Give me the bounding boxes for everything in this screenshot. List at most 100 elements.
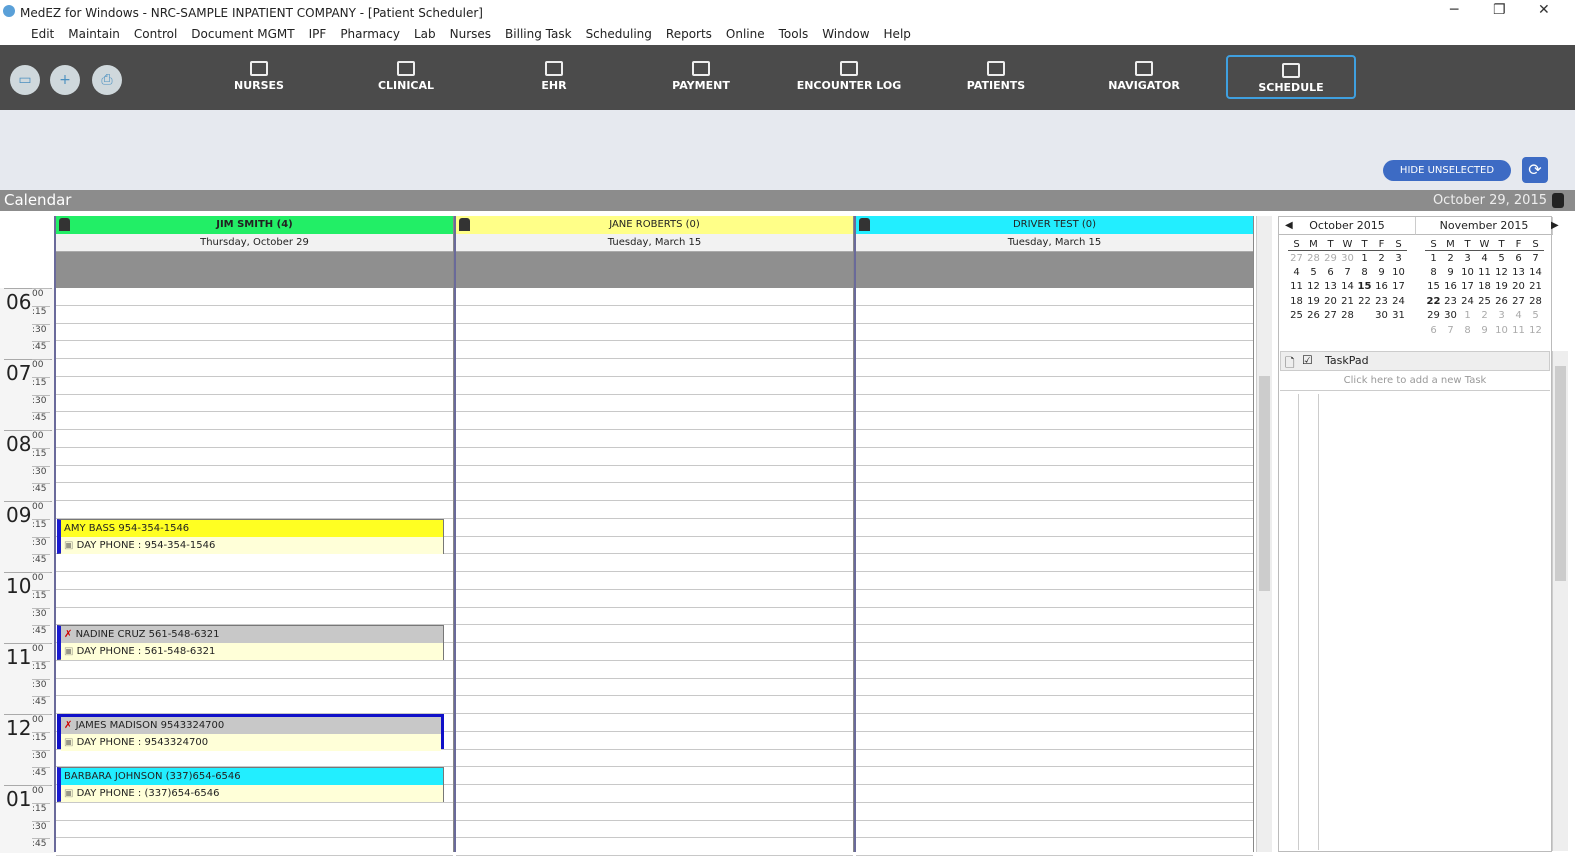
time-slot[interactable] — [56, 821, 453, 839]
menu-item[interactable]: Edit — [24, 24, 61, 45]
calendar-day[interactable]: 6 — [1425, 323, 1442, 338]
time-slot[interactable] — [856, 377, 1253, 395]
calendar-day[interactable]: 30 — [1339, 251, 1356, 266]
calendar-day[interactable]: 9 — [1476, 323, 1493, 338]
time-slot[interactable] — [456, 643, 853, 661]
calendar-day[interactable]: 7 — [1442, 323, 1459, 338]
time-slot[interactable] — [456, 714, 853, 732]
time-slot[interactable] — [56, 838, 453, 856]
time-slot[interactable] — [856, 785, 1253, 803]
time-slot[interactable] — [56, 341, 453, 359]
calendar-day[interactable]: 28 — [1305, 251, 1322, 266]
time-slot[interactable] — [856, 554, 1253, 572]
calendar-day[interactable]: 12 — [1305, 280, 1322, 295]
toolbar-navigator-button[interactable]: NAVIGATOR — [1079, 55, 1209, 92]
calendar-day[interactable]: 20 — [1510, 280, 1527, 295]
time-slot[interactable] — [456, 341, 853, 359]
calendar-day[interactable]: 17 — [1390, 280, 1407, 295]
time-slot[interactable] — [456, 679, 853, 697]
time-slot[interactable] — [56, 501, 453, 519]
time-slot[interactable] — [456, 821, 853, 839]
time-slot[interactable] — [56, 466, 453, 484]
calendar-day[interactable]: 28 — [1527, 294, 1544, 309]
calendar-day[interactable]: 19 — [1493, 280, 1510, 295]
menu-item[interactable]: Scheduling — [579, 24, 659, 45]
menu-item[interactable]: Pharmacy — [333, 24, 407, 45]
calendar-day[interactable]: 30 — [1442, 309, 1459, 324]
time-slot[interactable] — [856, 821, 1253, 839]
time-slot[interactable] — [56, 590, 453, 608]
calendar-day[interactable]: 6 — [1322, 265, 1339, 280]
time-slot[interactable] — [856, 838, 1253, 856]
calendar-day[interactable]: 24 — [1459, 294, 1476, 309]
toolbar-patients-button[interactable]: PATIENTS — [931, 55, 1061, 92]
time-slot[interactable] — [456, 466, 853, 484]
calendar-day[interactable]: 7 — [1339, 265, 1356, 280]
add-task-input[interactable]: Click here to add a new Task — [1280, 371, 1550, 391]
time-slot[interactable] — [456, 572, 853, 590]
toolbar-ehr-button[interactable]: EHR — [489, 55, 619, 92]
calendar-day[interactable]: 3 — [1459, 251, 1476, 266]
all-day-area[interactable] — [856, 252, 1253, 288]
calendar-day[interactable]: 30 — [1373, 309, 1390, 324]
calendar-day[interactable]: 27 — [1288, 251, 1305, 266]
calendar-day[interactable]: 9 — [1373, 265, 1390, 280]
calendar-day[interactable]: 5 — [1527, 309, 1544, 324]
print-icon[interactable]: ⎙ — [92, 65, 122, 95]
calendar-day[interactable]: 22 — [1356, 294, 1373, 309]
time-slot[interactable] — [456, 430, 853, 448]
calendar-day[interactable]: 10 — [1390, 265, 1407, 280]
resource-header[interactable]: JIM SMITH (4) — [56, 216, 453, 234]
menu-item[interactable]: Online — [719, 24, 772, 45]
time-slot[interactable] — [456, 519, 853, 537]
calendar-day[interactable]: 4 — [1288, 265, 1305, 280]
time-slot[interactable] — [56, 608, 453, 626]
new-document-icon[interactable]: + — [50, 65, 80, 95]
open-folder-icon[interactable]: ▭ — [10, 65, 40, 95]
menu-item[interactable]: Nurses — [443, 24, 498, 45]
calendar-day[interactable]: 17 — [1459, 280, 1476, 295]
time-slot[interactable] — [456, 608, 853, 626]
hide-unselected-button[interactable]: HIDE UNSELECTED — [1383, 160, 1511, 181]
calendar-day[interactable]: 1 — [1459, 309, 1476, 324]
all-day-area[interactable] — [56, 252, 453, 288]
time-slot[interactable] — [856, 537, 1253, 555]
time-slot[interactable] — [456, 625, 853, 643]
menu-item[interactable]: Window — [815, 24, 876, 45]
time-slot[interactable] — [456, 324, 853, 342]
time-slot[interactable] — [856, 661, 1253, 679]
time-slot[interactable] — [856, 483, 1253, 501]
time-slot[interactable] — [56, 395, 453, 413]
time-slot[interactable] — [856, 625, 1253, 643]
time-slot[interactable] — [456, 306, 853, 324]
appointment[interactable]: ✗ NADINE CRUZ 561-548-6321 ▣ DAY PHONE : … — [57, 625, 444, 661]
refresh-button[interactable]: ⟳ — [1522, 157, 1548, 183]
calendar-day[interactable]: 29 — [1322, 251, 1339, 266]
time-slot[interactable] — [856, 359, 1253, 377]
time-slot[interactable] — [856, 395, 1253, 413]
time-slot[interactable] — [56, 661, 453, 679]
calendar-day[interactable] — [1356, 309, 1373, 324]
time-slot[interactable] — [456, 377, 853, 395]
time-slot[interactable] — [456, 554, 853, 572]
calendar-day[interactable]: 24 — [1390, 294, 1407, 309]
calendar-day[interactable]: 10 — [1493, 323, 1510, 338]
menu-item[interactable]: Help — [877, 24, 918, 45]
calendar-day[interactable]: 26 — [1305, 309, 1322, 324]
toolbar-clinical-button[interactable]: CLINICAL — [341, 55, 471, 92]
time-slot[interactable] — [856, 519, 1253, 537]
calendar-day[interactable]: 1 — [1356, 251, 1373, 266]
calendar-day[interactable]: 23 — [1442, 294, 1459, 309]
calendar-day[interactable]: 27 — [1322, 309, 1339, 324]
time-slot[interactable] — [56, 306, 453, 324]
calendar-day[interactable]: 5 — [1305, 265, 1322, 280]
time-slot[interactable] — [456, 448, 853, 466]
menu-item[interactable]: Control — [127, 24, 184, 45]
toolbar-schedule-button[interactable]: SCHEDULE — [1226, 55, 1356, 99]
time-slot[interactable] — [856, 714, 1253, 732]
time-slot[interactable] — [456, 750, 853, 768]
toolbar-nurses-button[interactable]: NURSES — [194, 55, 324, 92]
calendar-day[interactable]: 14 — [1527, 265, 1544, 280]
calendar-day[interactable]: 8 — [1425, 265, 1442, 280]
time-slot[interactable] — [56, 572, 453, 590]
